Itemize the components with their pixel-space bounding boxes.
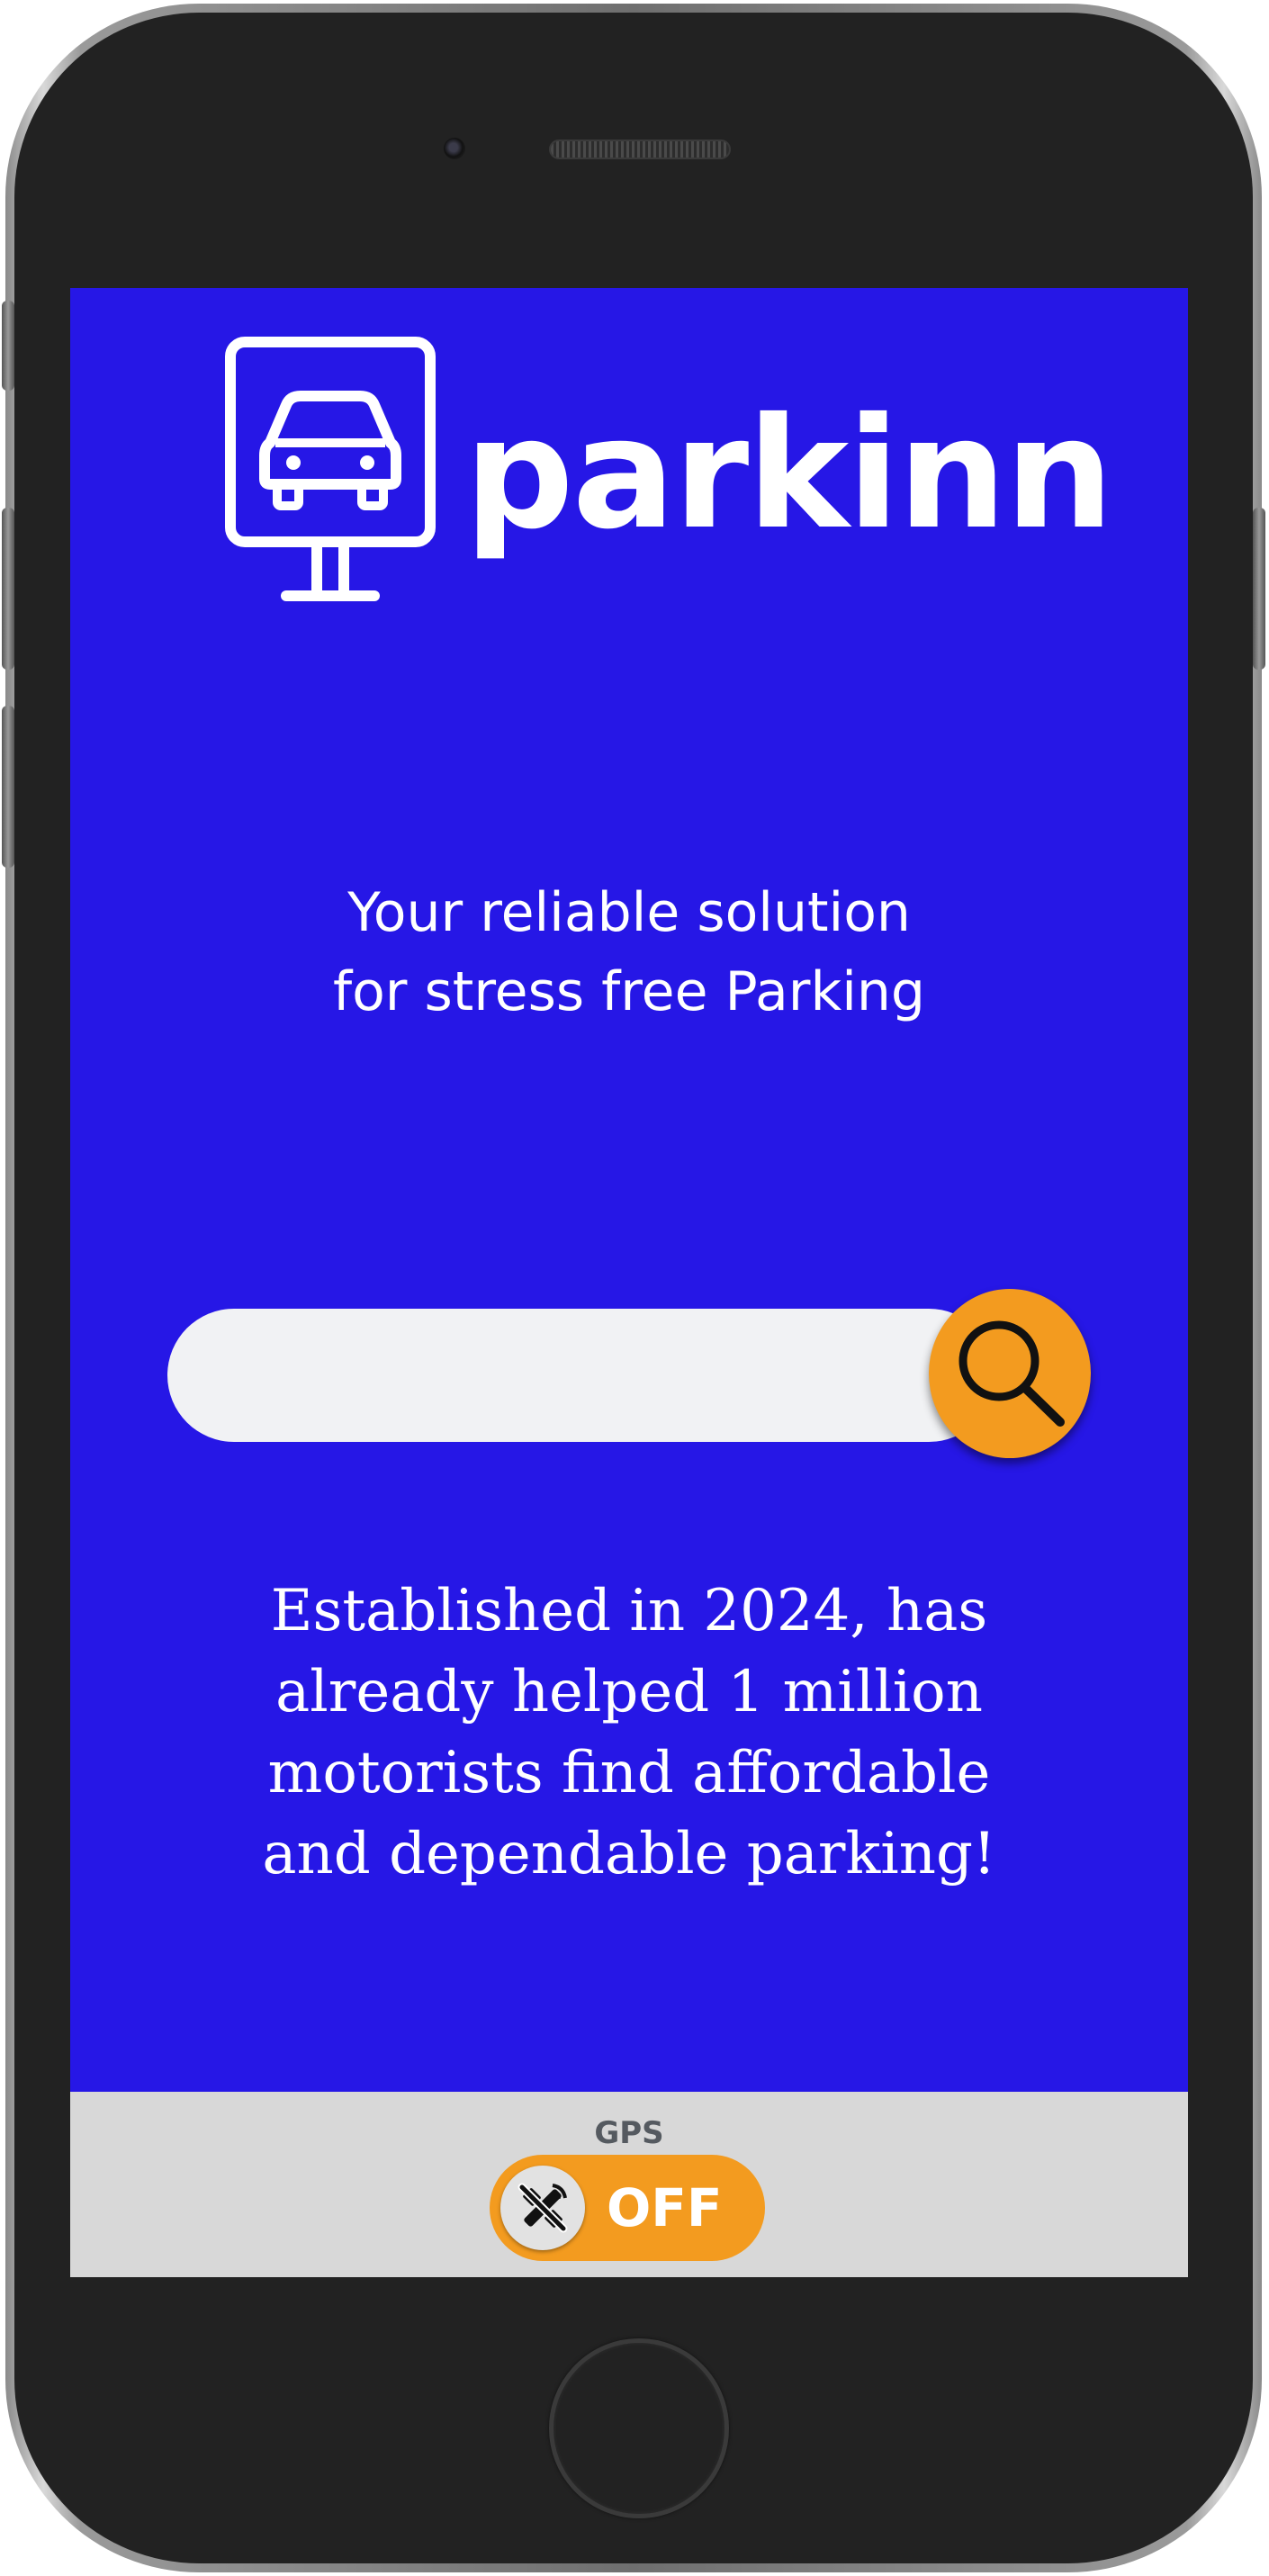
- search-input[interactable]: [167, 1309, 995, 1442]
- app-screen: parkinn Your reliable solution for stres…: [70, 288, 1188, 2277]
- search-icon: [958, 1320, 1065, 1427]
- gps-toggle-knob: [500, 2166, 585, 2250]
- gps-footer: GPS OFF: [70, 2092, 1188, 2277]
- about-line-1: Established in 2024, has: [270, 1578, 988, 1644]
- power-button: [1253, 508, 1265, 670]
- tagline: Your reliable solution for stress free P…: [70, 873, 1188, 1031]
- tagline-line-2: for stress free Parking: [332, 960, 926, 1023]
- volume-down-button: [2, 706, 14, 868]
- brand-name: parkinn: [464, 385, 1114, 563]
- about-line-4: and dependable parking!: [262, 1821, 996, 1887]
- tagline-line-1: Your reliable solution: [347, 881, 911, 944]
- volume-up-button: [2, 508, 14, 670]
- gps-label: GPS: [594, 2115, 664, 2151]
- satellite-off-icon: [518, 2183, 568, 2233]
- gps-state: OFF: [607, 2177, 723, 2238]
- home-button[interactable]: [549, 2338, 729, 2518]
- car-signboard-icon: [225, 337, 436, 601]
- gps-toggle[interactable]: OFF: [490, 2155, 765, 2261]
- front-camera: [444, 138, 465, 159]
- about-text: Established in 2024, has already helped …: [70, 1571, 1188, 1895]
- search-button[interactable]: [929, 1289, 1091, 1458]
- brand-logo: parkinn: [223, 335, 1114, 605]
- about-line-3: motorists find affordable: [267, 1740, 991, 1806]
- earpiece-speaker: [549, 140, 731, 159]
- silent-switch: [2, 301, 14, 391]
- about-line-2: already helped 1 million: [275, 1659, 983, 1725]
